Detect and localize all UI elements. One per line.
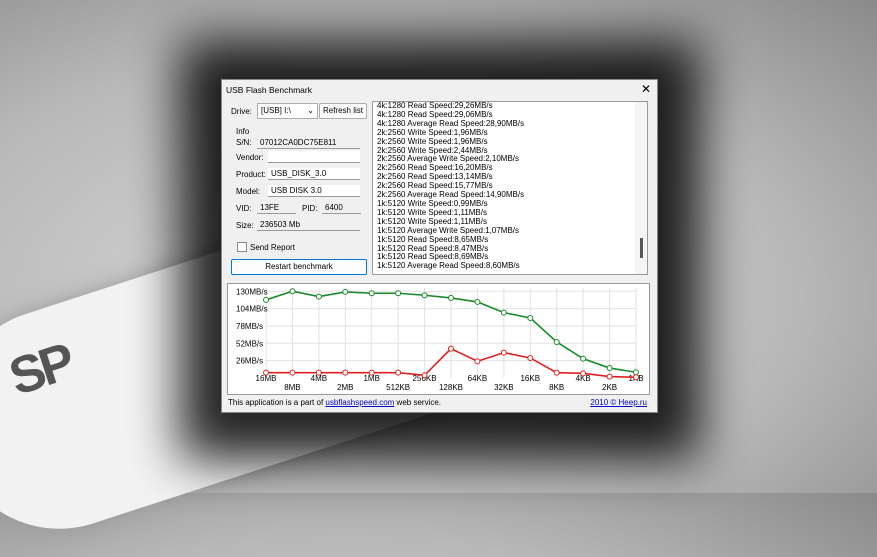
data-point-write: [448, 345, 454, 352]
x-tick-label: 32KB: [494, 383, 514, 392]
vendor-field[interactable]: [268, 151, 360, 163]
info-group-label: Info: [236, 127, 250, 136]
vendor-label: Vendor:: [236, 153, 264, 162]
data-point-write: [368, 369, 375, 376]
data-point-read: [421, 292, 428, 299]
data-point-write: [553, 369, 560, 376]
y-tick-label: 26MB/s: [236, 357, 263, 366]
speed-chart: 16MB 8MB 4MB 2MB 1MB 512KB 256KB 128KB 64KB 32KB 1…: [227, 283, 650, 395]
data-point-read: [500, 309, 507, 316]
scrollbar-thumb[interactable]: [639, 238, 643, 258]
data-point-read: [263, 296, 269, 303]
usbflashspeed-link[interactable]: usbflashspeed.com: [325, 398, 394, 407]
data-point-read: [580, 355, 587, 362]
size-value: 236503 Mb: [257, 219, 360, 231]
footer-suffix: web service.: [394, 398, 442, 407]
footer-prefix: This application is a part of: [228, 398, 326, 407]
window-title: USB Flash Benchmark: [226, 85, 312, 95]
chart-svg: 16MB8MB4MB2MB1MB512KB256KB128KB64KB32KB1…: [236, 287, 644, 392]
data-point-read: [448, 294, 454, 301]
footer-text: This application is a part of usbflashsp…: [228, 398, 441, 407]
data-point-read: [474, 298, 481, 305]
data-point-write: [421, 372, 428, 379]
close-icon[interactable]: ✕: [641, 82, 651, 96]
benchmark-window: USB Flash Benchmark ✕ Drive: [USB] I:\ ⌄ …: [221, 79, 658, 413]
y-tick-label: 78MB/s: [236, 322, 263, 331]
data-point-read: [315, 293, 322, 300]
drive-label: Drive:: [231, 107, 252, 116]
data-point-read: [527, 314, 534, 321]
data-point-write: [606, 373, 613, 380]
x-tick-label: 64KB: [468, 374, 488, 383]
data-point-write: [263, 369, 269, 376]
data-point-write: [633, 374, 639, 381]
x-tick-label: 512KB: [386, 383, 410, 392]
data-point-write: [580, 370, 587, 377]
x-tick-label: 2KB: [602, 383, 617, 392]
chevron-down-icon: ⌄: [307, 106, 314, 115]
data-point-read: [289, 288, 296, 295]
data-point-read: [553, 338, 560, 345]
model-label: Model:: [236, 187, 261, 196]
data-point-write: [342, 369, 349, 376]
restart-benchmark-button[interactable]: Restart benchmark: [231, 259, 367, 275]
pid-label: PID:: [302, 204, 318, 213]
y-tick-label: 130MB/s: [236, 287, 268, 296]
model-field[interactable]: USB DISK 3.0: [268, 185, 360, 197]
data-point-write: [289, 369, 296, 376]
data-point-write: [500, 349, 507, 356]
data-point-read: [368, 290, 375, 297]
x-tick-label: 8MB: [284, 383, 300, 392]
product-field[interactable]: USB_DISK_3.0: [268, 168, 360, 180]
data-point-write: [474, 358, 481, 365]
x-tick-label: 2MB: [337, 383, 353, 392]
drive-select[interactable]: [USB] I:\ ⌄: [257, 103, 318, 119]
x-tick-label: 8KB: [549, 383, 564, 392]
data-point-write: [315, 369, 322, 376]
data-point-read: [342, 288, 349, 295]
data-point-read: [633, 369, 639, 376]
send-report-checkbox[interactable]: [237, 242, 247, 252]
send-report-label: Send Report: [250, 243, 295, 252]
sn-label: S/N:: [236, 138, 252, 147]
x-tick-label: 16KB: [520, 374, 540, 383]
vid-value: 13FE: [257, 202, 296, 214]
drive-value: [USB] I:\: [261, 106, 291, 115]
sn-value: 07012CA0DC75E811: [257, 137, 360, 149]
heep-link[interactable]: 2010 © Heep.ru: [590, 398, 647, 407]
pid-value: 6400: [322, 202, 361, 214]
y-tick-label: 104MB/s: [236, 305, 268, 314]
log-list[interactable]: 4k:1280 Read Speed:29,26MB/s 4k:1280 Read…: [372, 101, 648, 275]
data-point-write: [527, 354, 534, 361]
vid-label: VID:: [236, 204, 252, 213]
refresh-list-button[interactable]: Refresh list: [319, 103, 367, 119]
size-label: Size:: [236, 221, 254, 230]
x-tick-label: 128KB: [439, 383, 463, 392]
log-scrollbar[interactable]: [635, 102, 647, 274]
product-label: Product:: [236, 170, 266, 179]
data-point-read: [606, 365, 613, 372]
log-line: 1k:5120 Average Read Speed:8,60MB/s: [377, 261, 520, 271]
y-tick-label: 52MB/s: [236, 339, 263, 348]
data-point-write: [395, 369, 402, 376]
data-point-read: [395, 290, 402, 297]
